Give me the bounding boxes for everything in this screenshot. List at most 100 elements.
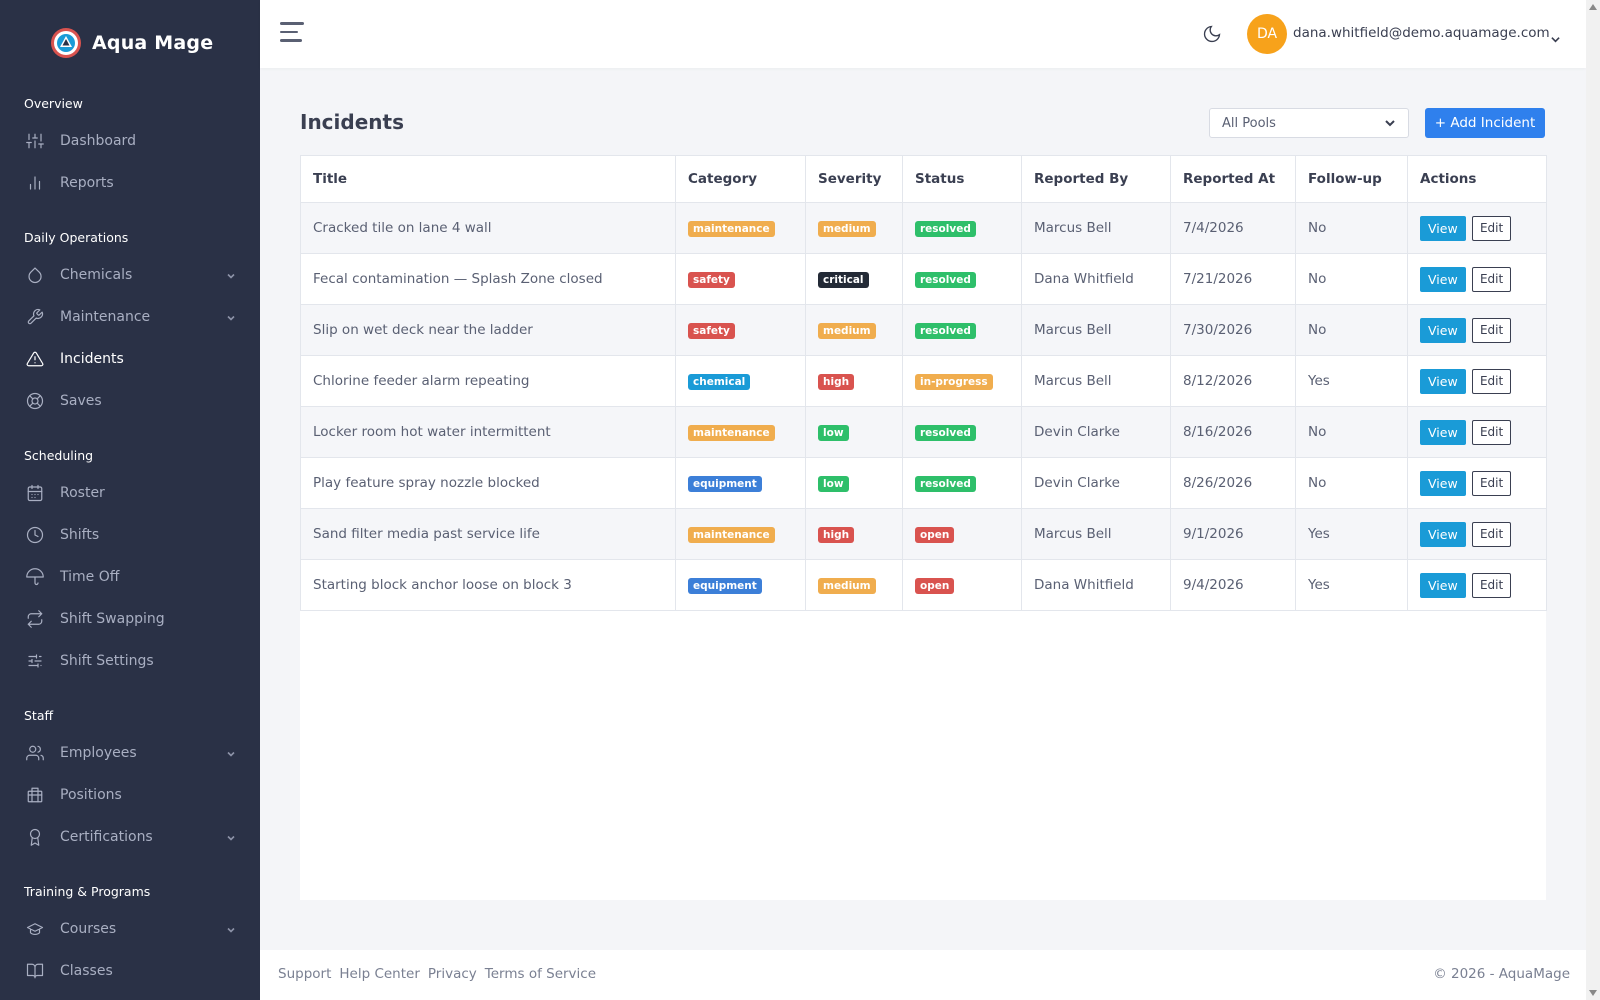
sidebar-item-time-off[interactable]: Time Off — [0, 556, 260, 598]
footer-link-help-center[interactable]: Help Center — [339, 966, 420, 982]
view-button[interactable]: View — [1420, 419, 1466, 445]
edit-button[interactable]: Edit — [1471, 368, 1512, 394]
hamburger-menu-icon[interactable] — [280, 22, 306, 46]
severity-badge: medium — [818, 322, 876, 339]
sidebar-item-positions[interactable]: Positions — [0, 774, 260, 816]
sidebar: Aqua Mage Overview Dashboard Reports Dai… — [0, 0, 260, 1000]
brand[interactable]: Aqua Mage — [0, 0, 260, 68]
sidebar-item-courses[interactable]: Courses — [0, 908, 260, 950]
dark-mode-toggle-icon[interactable] — [1202, 24, 1222, 44]
table-row: Starting block anchor loose on block 3 e… — [300, 559, 1547, 611]
page-scrollbar[interactable] — [1586, 0, 1600, 1000]
chevron-down-icon[interactable] — [226, 747, 236, 757]
footer-link-terms-of-service[interactable]: Terms of Service — [485, 966, 596, 982]
column-header-reported-at[interactable]: Reported At — [1170, 155, 1296, 203]
category-cell: equipment — [675, 559, 806, 611]
droplet-icon — [26, 266, 44, 284]
follow-up: No — [1295, 457, 1408, 509]
edit-button[interactable]: Edit — [1471, 521, 1512, 547]
edit-button[interactable]: Edit — [1471, 266, 1512, 292]
incident-title: Locker room hot water intermittent — [300, 406, 676, 458]
graduation-cap-icon — [26, 920, 44, 938]
user-email-dropdown[interactable]: dana.whitfield@demo.aquamage.com — [1293, 25, 1550, 41]
actions-cell: View Edit — [1407, 559, 1547, 611]
view-button[interactable]: View — [1420, 572, 1466, 598]
column-header-actions[interactable]: Actions — [1407, 155, 1547, 203]
status-cell: resolved — [902, 253, 1022, 305]
chevron-down-icon[interactable] — [226, 923, 236, 933]
sidebar-item-reports[interactable]: Reports — [0, 162, 260, 204]
sidebar-item-employees[interactable]: Employees — [0, 732, 260, 774]
sidebar-item-shift-swapping[interactable]: Shift Swapping — [0, 598, 260, 640]
sidebar-item-dashboard[interactable]: Dashboard — [0, 120, 260, 162]
sidebar-item-label: Incidents — [60, 351, 124, 367]
sidebar-item-saves[interactable]: Saves — [0, 380, 260, 422]
view-button[interactable]: View — [1420, 266, 1466, 292]
status-badge: open — [915, 526, 955, 543]
reported-by: Marcus Bell — [1021, 355, 1171, 407]
reported-by: Marcus Bell — [1021, 508, 1171, 560]
incidents-table: Title Category Severity Status Reported By Re… — [300, 155, 1547, 611]
award-icon — [26, 828, 44, 846]
status-badge: open — [915, 577, 955, 594]
bar-chart-icon — [26, 174, 44, 192]
status-badge: resolved — [915, 475, 976, 492]
chevron-down-icon[interactable] — [1551, 29, 1560, 43]
add-incident-button[interactable]: + Add Incident — [1425, 108, 1545, 138]
sidebar-item-label: Chemicals — [60, 267, 133, 283]
sidebar-section-title: Overview — [24, 96, 83, 111]
sidebar-item-incidents[interactable]: Incidents — [0, 338, 260, 380]
edit-button[interactable]: Edit — [1471, 572, 1512, 598]
chevron-down-icon[interactable] — [226, 311, 236, 321]
chevron-down-icon[interactable] — [226, 831, 236, 841]
severity-cell: low — [805, 406, 903, 458]
severity-cell: medium — [805, 559, 903, 611]
footer-link-support[interactable]: Support — [278, 966, 331, 982]
warning-triangle-icon — [26, 350, 44, 368]
sidebar-item-shifts[interactable]: Shifts — [0, 514, 260, 556]
reported-by: Devin Clarke — [1021, 406, 1171, 458]
category-badge: equipment — [688, 475, 762, 492]
view-button[interactable]: View — [1420, 470, 1466, 496]
scroll-up-icon[interactable] — [1589, 4, 1597, 10]
chevron-down-icon[interactable] — [226, 269, 236, 279]
lifebuoy-icon — [26, 392, 44, 410]
edit-button[interactable]: Edit — [1471, 419, 1512, 445]
view-button[interactable]: View — [1420, 521, 1466, 547]
sidebar-section-title: Scheduling — [24, 448, 94, 463]
sidebar-section-title: Daily Operations — [24, 230, 129, 245]
column-header-reported-by[interactable]: Reported By — [1021, 155, 1171, 203]
scroll-down-icon[interactable] — [1589, 990, 1597, 996]
sidebar-item-classes[interactable]: Classes — [0, 950, 260, 992]
column-header-follow-up[interactable]: Follow-up — [1295, 155, 1408, 203]
sidebar-item-maintenance[interactable]: Maintenance — [0, 296, 260, 338]
sidebar-item-chemicals[interactable]: Chemicals — [0, 254, 260, 296]
view-button[interactable]: View — [1420, 368, 1466, 394]
sidebar-item-certifications[interactable]: Certifications — [0, 816, 260, 858]
table-row: Cracked tile on lane 4 wall maintenance … — [300, 202, 1547, 254]
column-header-status[interactable]: Status — [902, 155, 1022, 203]
severity-badge: critical — [818, 271, 869, 288]
status-badge: resolved — [915, 271, 976, 288]
footer-link-privacy[interactable]: Privacy — [428, 966, 477, 982]
view-button[interactable]: View — [1420, 215, 1466, 241]
severity-cell: high — [805, 355, 903, 407]
sidebar-item-shift-settings[interactable]: Shift Settings — [0, 640, 260, 682]
column-header-category[interactable]: Category — [675, 155, 806, 203]
pool-filter-select[interactable]: All Pools — [1209, 108, 1409, 138]
column-header-title[interactable]: Title — [300, 155, 676, 203]
severity-cell: low — [805, 457, 903, 509]
user-avatar[interactable]: DA — [1247, 14, 1287, 54]
actions-cell: View Edit — [1407, 457, 1547, 509]
reported-at: 7/4/2026 — [1170, 202, 1296, 254]
edit-button[interactable]: Edit — [1471, 317, 1512, 343]
category-badge: safety — [688, 271, 735, 288]
column-header-severity[interactable]: Severity — [805, 155, 903, 203]
view-button[interactable]: View — [1420, 317, 1466, 343]
edit-button[interactable]: Edit — [1471, 215, 1512, 241]
actions-cell: View Edit — [1407, 253, 1547, 305]
edit-button[interactable]: Edit — [1471, 470, 1512, 496]
sidebar-item-roster[interactable]: Roster — [0, 472, 260, 514]
category-badge: safety — [688, 322, 735, 339]
severity-cell: medium — [805, 304, 903, 356]
